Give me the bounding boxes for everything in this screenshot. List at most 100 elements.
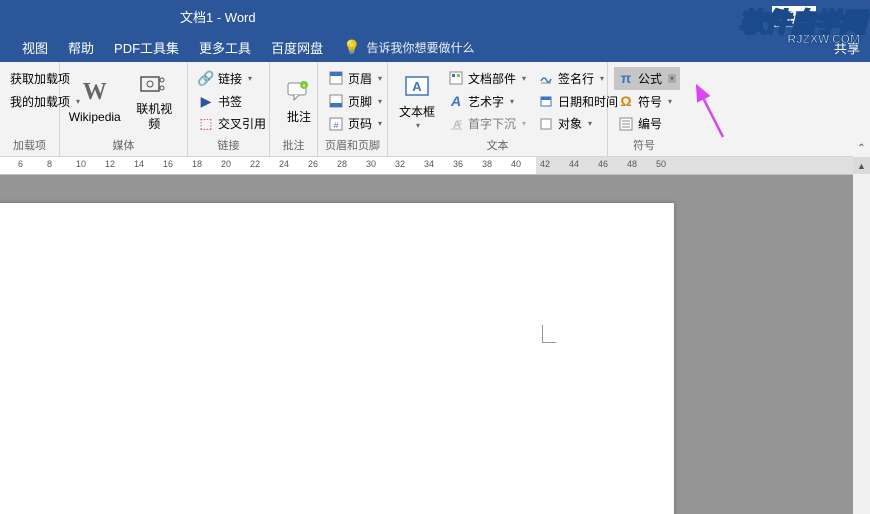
header-button[interactable]: 页眉▾ bbox=[324, 67, 386, 90]
wikipedia-icon: W bbox=[79, 76, 111, 108]
tab-view[interactable]: 视图 bbox=[12, 32, 58, 62]
group-headerfooter: 页眉▾ 页脚▾ # 页码▾ 页眉和页脚 bbox=[318, 62, 388, 156]
group-label-addins: 加载项 bbox=[0, 137, 59, 153]
ruler-tick: 6 bbox=[18, 159, 23, 169]
ruler-tick: 22 bbox=[250, 159, 260, 169]
dropdown-icon: ▾ bbox=[378, 119, 382, 128]
dropdown-icon: ▾ bbox=[668, 74, 676, 83]
pagenum-icon: # bbox=[328, 116, 344, 132]
ruler-tick: 30 bbox=[366, 159, 376, 169]
dropdown-icon: ▾ bbox=[600, 74, 604, 83]
parts-icon bbox=[448, 70, 464, 86]
group-label-links: 链接 bbox=[188, 137, 269, 153]
lightbulb-icon: 💡 bbox=[343, 39, 360, 56]
crossref-button[interactable]: ⬚ 交叉引用 bbox=[194, 112, 270, 135]
vertical-scrollbar[interactable]: ▲ bbox=[853, 157, 870, 514]
ruler-tick: 44 bbox=[569, 159, 579, 169]
collapse-ribbon-button[interactable]: ⌃ bbox=[853, 140, 870, 157]
symbol-button[interactable]: Ω 符号▾ bbox=[614, 90, 680, 113]
signature-icon bbox=[538, 70, 554, 86]
comment-icon: + bbox=[283, 76, 315, 108]
page[interactable] bbox=[0, 203, 674, 514]
ruler-tick: 10 bbox=[76, 159, 86, 169]
hyperlink-button[interactable]: 🔗 链接▾ bbox=[194, 67, 270, 90]
quickparts-button[interactable]: 文档部件▾ bbox=[444, 67, 530, 90]
document-area bbox=[0, 175, 870, 514]
page-corner-mark bbox=[542, 325, 556, 343]
ruler-tick: 40 bbox=[511, 159, 521, 169]
group-label-text: 文本 bbox=[388, 137, 607, 153]
ruler[interactable]: 6 8 10 12 14 16 18 20 22 24 26 28 30 32 34 36 38 40 42 44 46… bbox=[0, 157, 870, 175]
omega-icon: Ω bbox=[618, 93, 634, 109]
dropdown-icon: ▾ bbox=[668, 97, 672, 106]
comment-button[interactable]: + 批注 bbox=[274, 65, 324, 137]
ruler-tick: 34 bbox=[424, 159, 434, 169]
textbox-icon: A bbox=[401, 71, 433, 103]
dropdown-icon: ▾ bbox=[248, 74, 252, 83]
group-text: A 文本框 ▾ 文档部件▾ A 艺术字▾ A bbox=[388, 62, 608, 156]
ribbon: 获取加载项 我的加载项▾ 加载项 W Wikipedia 联机视频 媒体 bbox=[0, 62, 870, 157]
dropcap-button[interactable]: A 首字下沉▾ bbox=[444, 112, 530, 135]
link-icon: 🔗 bbox=[198, 70, 214, 86]
login-button[interactable]: 登录 bbox=[772, 6, 816, 27]
ruler-tick: 12 bbox=[105, 159, 115, 169]
dropdown-icon: ▾ bbox=[522, 119, 526, 128]
ruler-tick: 8 bbox=[47, 159, 52, 169]
tell-me-search[interactable]: 💡 告诉我你想要做什么 bbox=[333, 39, 484, 56]
group-media: W Wikipedia 联机视频 媒体 bbox=[60, 62, 188, 156]
ruler-tick: 26 bbox=[308, 159, 318, 169]
footer-icon bbox=[328, 93, 344, 109]
tab-baidu[interactable]: 百度网盘 bbox=[261, 32, 333, 62]
ruler-tick: 32 bbox=[395, 159, 405, 169]
dropcap-icon: A bbox=[448, 116, 464, 132]
ruler-tick: 28 bbox=[337, 159, 347, 169]
group-label-comments: 批注 bbox=[270, 137, 317, 153]
wordart-icon: A bbox=[448, 93, 464, 109]
bookmark-icon: ▶ bbox=[198, 93, 214, 109]
ruler-tick: 16 bbox=[163, 159, 173, 169]
document-title: 文档1 - Word bbox=[180, 7, 256, 26]
header-icon bbox=[328, 70, 344, 86]
video-icon bbox=[138, 69, 170, 100]
online-video-button[interactable]: 联机视频 bbox=[125, 65, 183, 137]
equation-button[interactable]: π 公式▾ bbox=[614, 67, 680, 90]
pagenum-button[interactable]: # 页码▾ bbox=[324, 112, 386, 135]
ruler-tick: 14 bbox=[134, 159, 144, 169]
dropdown-icon: ▾ bbox=[510, 97, 514, 106]
group-addins: 获取加载项 我的加载项▾ 加载项 bbox=[0, 62, 60, 156]
tab-more[interactable]: 更多工具 bbox=[189, 32, 261, 62]
group-symbols: π 公式▾ Ω 符号▾ 编号 符号 bbox=[608, 62, 680, 156]
ruler-tick: 38 bbox=[482, 159, 492, 169]
footer-button[interactable]: 页脚▾ bbox=[324, 90, 386, 113]
ruler-tick: 20 bbox=[221, 159, 231, 169]
title-bar: 文档1 - Word 登录 ✕ bbox=[0, 0, 870, 32]
textbox-button[interactable]: A 文本框 ▾ bbox=[392, 65, 442, 137]
svg-text:#: # bbox=[334, 121, 339, 130]
group-comments: + 批注 批注 bbox=[270, 62, 318, 156]
group-label-headerfooter: 页眉和页脚 bbox=[318, 137, 387, 153]
scroll-up-button[interactable]: ▲ bbox=[853, 157, 870, 174]
tab-pdf[interactable]: PDF工具集 bbox=[104, 32, 189, 62]
ruler-tick: 24 bbox=[279, 159, 289, 169]
ruler-tick: 46 bbox=[598, 159, 608, 169]
ruler-tick: 18 bbox=[192, 159, 202, 169]
dropdown-icon: ▾ bbox=[416, 121, 420, 131]
share-button[interactable]: 共享 bbox=[834, 38, 860, 57]
wordart-button[interactable]: A 艺术字▾ bbox=[444, 90, 530, 113]
ruler-tick: 48 bbox=[627, 159, 637, 169]
ruler-tick: 50 bbox=[656, 159, 666, 169]
close-button[interactable]: ✕ bbox=[824, 0, 870, 32]
group-links: 🔗 链接▾ ▶ 书签 ⬚ 交叉引用 链接 bbox=[188, 62, 270, 156]
number-button[interactable]: 编号 bbox=[614, 112, 680, 135]
ruler-tick: 36 bbox=[453, 159, 463, 169]
ruler-tick: 42 bbox=[540, 159, 550, 169]
pi-icon: π bbox=[618, 70, 634, 86]
dropdown-icon: ▾ bbox=[522, 74, 526, 83]
tab-help[interactable]: 帮助 bbox=[58, 32, 104, 62]
wikipedia-button[interactable]: W Wikipedia bbox=[64, 65, 125, 137]
tell-me-placeholder: 告诉我你想要做什么 bbox=[367, 39, 475, 56]
datetime-icon bbox=[538, 93, 554, 109]
bookmark-button[interactable]: ▶ 书签 bbox=[194, 90, 270, 113]
group-label-media: 媒体 bbox=[60, 137, 187, 153]
ribbon-tabs: 视图 帮助 PDF工具集 更多工具 百度网盘 💡 告诉我你想要做什么 共享 bbox=[0, 32, 870, 62]
